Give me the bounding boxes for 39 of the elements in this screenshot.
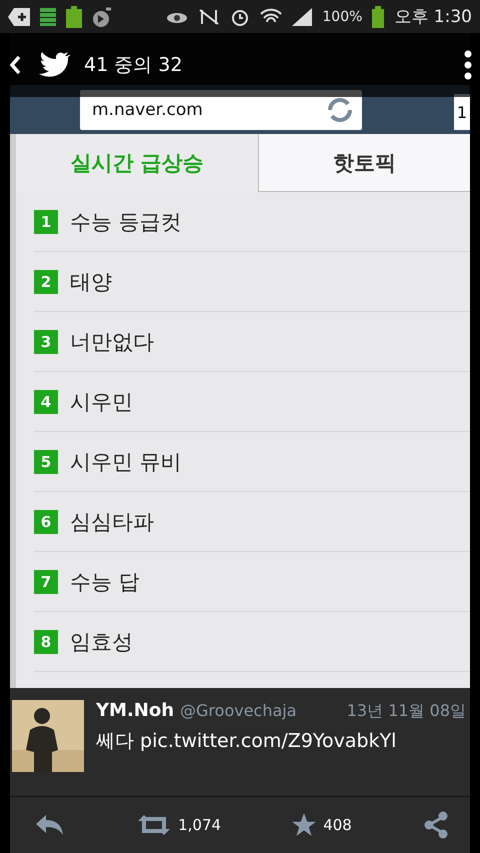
signal-icon <box>292 8 312 26</box>
retweet-count: 1,074 <box>178 816 222 834</box>
search-term[interactable]: 시우민 <box>70 388 133 416</box>
rank-number: 5 <box>34 450 58 474</box>
search-term[interactable]: 너만없다 <box>70 328 154 356</box>
rank-number: 7 <box>34 570 58 594</box>
tab[interactable]: 핫토픽 <box>258 134 470 192</box>
rank-number: 4 <box>34 390 58 414</box>
search-term[interactable]: 태양 <box>70 268 112 296</box>
back-icon[interactable] <box>8 54 22 76</box>
rank-number: 3 <box>34 330 58 354</box>
search-term[interactable]: 수능 등급컷 <box>70 208 182 236</box>
retweet-icon[interactable] <box>136 813 172 837</box>
battery-icon <box>66 6 82 28</box>
search-term[interactable]: 임효성 <box>70 628 133 656</box>
storage-icon <box>40 8 56 26</box>
search-term[interactable]: 시우민 뮤비 <box>70 448 182 476</box>
reply-icon[interactable] <box>34 813 66 837</box>
more-options-icon[interactable] <box>464 50 472 80</box>
user-name[interactable]: YM.Noh <box>96 700 174 721</box>
rank-number: 6 <box>34 510 58 534</box>
battery-percent: 100% <box>322 8 362 24</box>
add-notification-icon <box>8 8 30 26</box>
rank-number: 8 <box>34 630 58 654</box>
star-icon[interactable] <box>291 812 318 838</box>
search-term[interactable]: 심심타파 <box>70 508 154 536</box>
clock: 오후 1:30 <box>394 6 472 28</box>
tab-count[interactable]: 1 <box>454 94 470 130</box>
music-player-icon <box>92 6 112 26</box>
favorite-count: 408 <box>323 816 352 834</box>
search-term[interactable]: 수능 답 <box>70 568 140 596</box>
tweet-text: 쎄다 pic.twitter.com/Z9YovabkYl <box>96 729 398 754</box>
user-handle[interactable]: @Groovechaja <box>180 701 297 720</box>
battery-icon <box>372 6 384 28</box>
share-icon[interactable] <box>422 811 450 839</box>
image-counter: 41 중의 32 <box>84 53 182 78</box>
rank-number: 1 <box>34 210 58 234</box>
tweet-date: 13년 11월 08일 <box>346 701 466 722</box>
rank-number: 2 <box>34 270 58 294</box>
